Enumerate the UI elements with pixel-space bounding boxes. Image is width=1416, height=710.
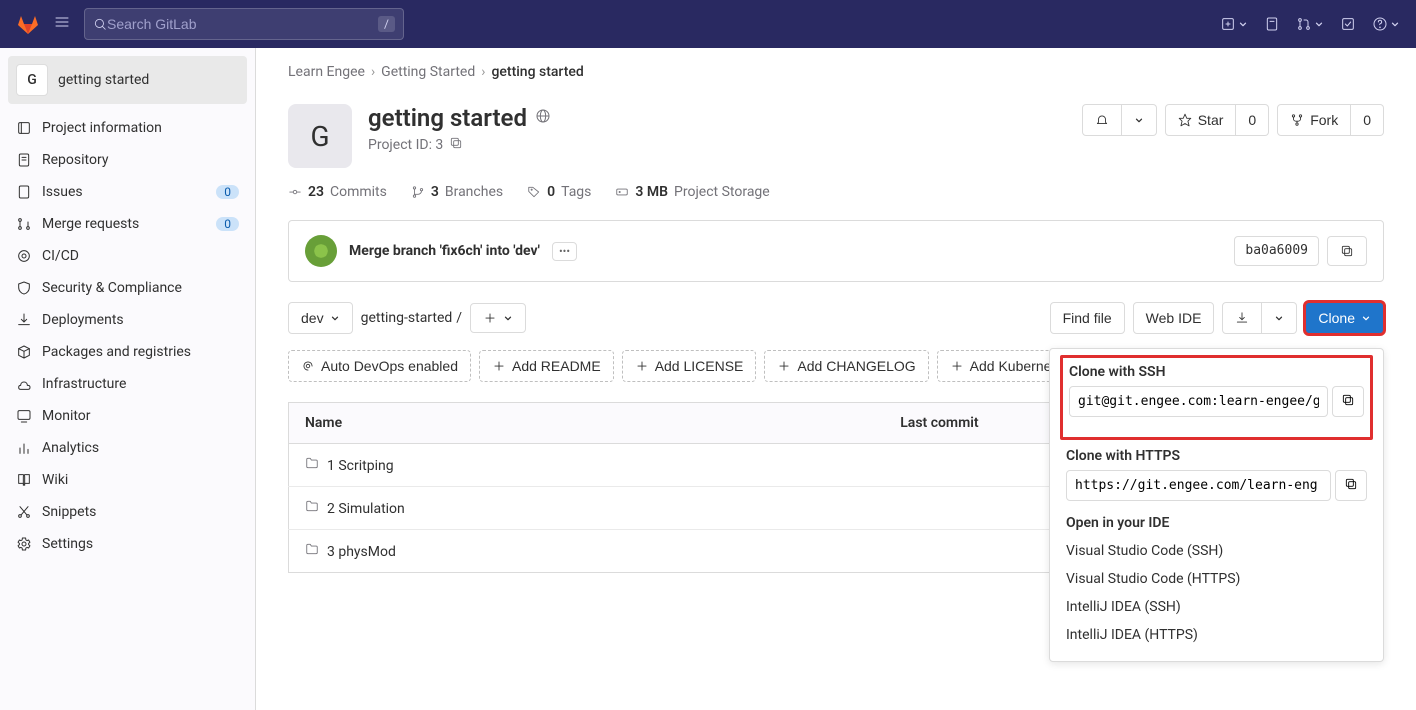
topbar-right [1220,16,1400,32]
commits-stat[interactable]: 23 Commits [288,184,387,200]
globe-icon [535,108,551,128]
breadcrumb-current: getting started [491,64,583,80]
auto-devops-button[interactable]: Auto DevOps enabled [288,350,471,382]
sidebar-item-analytics[interactable]: Analytics [8,432,247,464]
sidebar-item-monitor[interactable]: Monitor [8,400,247,432]
add-file-button[interactable] [470,303,526,333]
chevron-right-icon: › [481,64,485,80]
add-changelog-button[interactable]: Add CHANGELOG [764,350,928,382]
project-id: Project ID: 3 [368,137,443,153]
copy-sha-button[interactable] [1327,236,1367,266]
find-file-button[interactable]: Find file [1050,302,1125,334]
path-root[interactable]: getting-started [361,310,453,326]
issues-icon[interactable] [1264,16,1280,32]
chevron-right-icon: › [371,64,375,80]
sidebar-project-name: getting started [58,72,149,88]
download-button[interactable] [1222,302,1262,334]
topbar: / [0,0,1416,48]
download-dropdown[interactable] [1262,302,1297,334]
main-content: Learn Engee › Getting Started › getting … [256,48,1416,710]
sidebar-item-merge-requests[interactable]: Merge requests0 [8,208,247,240]
add-license-button[interactable]: Add LICENSE [622,350,757,382]
gitlab-logo-icon[interactable] [16,12,40,36]
commit-sha[interactable]: ba0a6009 [1234,236,1319,266]
fork-button[interactable]: Fork [1277,104,1351,136]
create-icon[interactable] [1220,16,1248,32]
more-icon[interactable]: ••• [552,242,577,261]
stats-row: 23 Commits 3 Branches 0 Tags 3 MB Projec… [288,184,1384,200]
clone-button[interactable]: Clone [1305,302,1384,334]
ide-option[interactable]: Visual Studio Code (HTTPS) [1066,565,1367,593]
sidebar-item-issues[interactable]: Issues0 [8,176,247,208]
sidebar: G getting started Project information Re… [0,48,256,710]
sidebar-item-deployments[interactable]: Deployments [8,304,247,336]
col-name: Name [289,403,885,444]
sidebar-item-project-information[interactable]: Project information [8,112,247,144]
sidebar-item-cicd[interactable]: CI/CD [8,240,247,272]
commit-message[interactable]: Merge branch 'fix6ch' into 'dev' [349,243,540,259]
project-avatar-small: G [16,64,48,96]
breadcrumb-link[interactable]: Learn Engee [288,64,365,80]
search-shortcut: / [378,16,395,32]
sidebar-item-settings[interactable]: Settings [8,528,247,560]
folder-icon [305,456,319,474]
ide-option[interactable]: Visual Studio Code (SSH) [1066,537,1367,565]
search-field[interactable] [107,16,378,32]
sidebar-item-repository[interactable]: Repository [8,144,247,176]
sidebar-item-infrastructure[interactable]: Infrastructure [8,368,247,400]
folder-icon [305,499,319,517]
clone-ssh-label: Clone with SSH [1069,364,1364,380]
issues-count-badge: 0 [216,185,239,199]
star-button[interactable]: Star [1165,104,1237,136]
breadcrumb-link[interactable]: Getting Started [381,64,475,80]
branch-selector[interactable]: dev [288,302,353,334]
sidebar-item-security[interactable]: Security & Compliance [8,272,247,304]
copy-https-button[interactable] [1335,470,1367,501]
search-input[interactable]: / [84,8,404,40]
fork-count[interactable]: 0 [1351,104,1384,136]
mr-count-badge: 0 [216,217,239,231]
sidebar-item-wiki[interactable]: Wiki [8,464,247,496]
storage-stat[interactable]: 3 MB Project Storage [615,184,769,200]
commit-author-avatar[interactable] [305,235,337,267]
notification-button[interactable] [1082,104,1157,136]
page-title: getting started [368,104,527,132]
sidebar-item-packages[interactable]: Packages and registries [8,336,247,368]
add-readme-button[interactable]: Add README [479,350,614,382]
last-commit-box: Merge branch 'fix6ch' into 'dev' ••• ba0… [288,220,1384,282]
sidebar-item-snippets[interactable]: Snippets [8,496,247,528]
clone-https-input[interactable] [1066,470,1331,501]
help-icon[interactable] [1372,16,1400,32]
ide-option[interactable]: IntelliJ IDEA (SSH) [1066,593,1367,621]
copy-ssh-button[interactable] [1332,386,1364,417]
project-avatar: G [288,104,352,168]
copy-id-icon[interactable] [449,136,463,154]
star-count[interactable]: 0 [1236,104,1269,136]
web-ide-button[interactable]: Web IDE [1133,302,1215,334]
clone-https-label: Clone with HTTPS [1066,448,1367,464]
clone-ssh-input[interactable] [1069,386,1328,417]
folder-icon [305,542,319,560]
ide-header: Open in your IDE [1066,515,1367,531]
branches-stat[interactable]: 3 Branches [411,184,503,200]
menu-icon[interactable] [48,8,76,40]
todos-icon[interactable] [1340,16,1356,32]
breadcrumb: Learn Engee › Getting Started › getting … [288,64,1384,80]
merge-requests-icon[interactable] [1296,16,1324,32]
tags-stat[interactable]: 0 Tags [527,184,591,200]
sidebar-project-tile[interactable]: G getting started [8,56,247,104]
clone-dropdown: Clone with SSH Clone with HTTPS Open in … [1049,348,1384,662]
ide-option[interactable]: IntelliJ IDEA (HTTPS) [1066,621,1367,649]
